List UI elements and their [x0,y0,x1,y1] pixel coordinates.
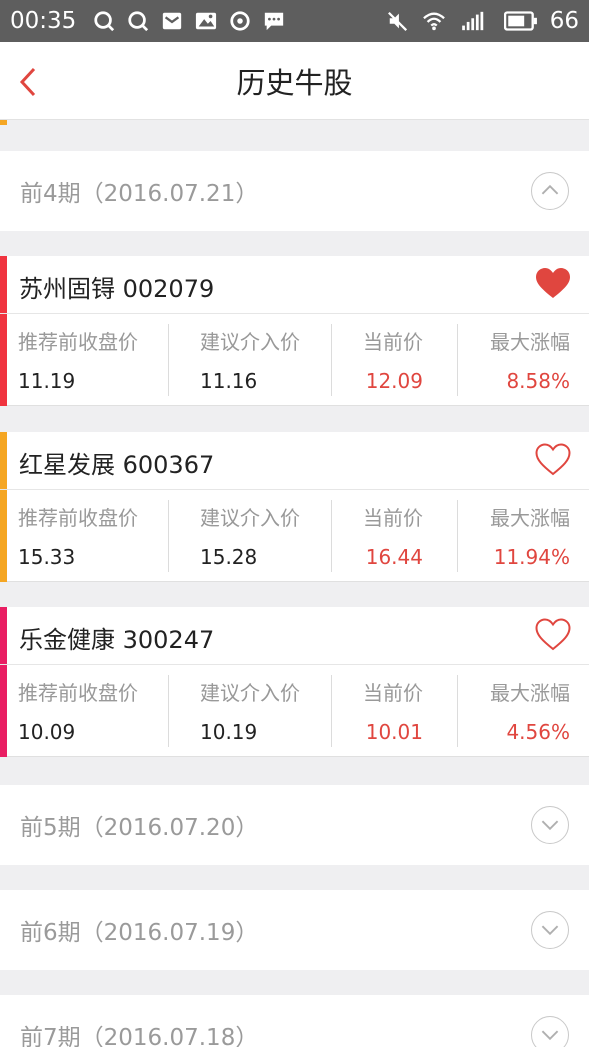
stock-header: 乐金健康 300247 [0,607,589,665]
metric-label: 最大涨幅 [490,330,570,354]
mute-icon [387,11,407,31]
metric-value: 16.44 [365,545,423,569]
metric-prev-close: 推荐前收盘价 15.33 [18,490,168,582]
metric-max-gain: 最大涨幅 11.94% [457,490,570,582]
stock-name: 乐金健康 300247 [19,626,215,654]
heart-outline-icon[interactable] [535,618,571,652]
metric-value: 11.19 [18,369,76,393]
metric-label: 推荐前收盘价 [18,506,138,530]
image-notification-icon [196,12,217,30]
metric-label: 最大涨幅 [490,506,570,530]
q-notification-icon [94,11,115,32]
metric-suggest: 建议介入价 10.19 [200,665,330,757]
stock-card[interactable]: 苏州固锝 002079 推荐前收盘价 11.19 建议介入价 11.16 当前价… [0,256,589,406]
status-bar: 00:35 66 [0,0,589,42]
metric-label: 当前价 [363,506,423,530]
stock-metrics: 推荐前收盘价 10.09 建议介入价 10.19 当前价 10.01 最大涨幅 … [0,665,589,757]
period-header[interactable]: 前4期（2016.07.21） [0,151,589,231]
message-notification-icon [265,12,284,31]
back-arrow-icon[interactable] [14,64,46,100]
page-title: 历史牛股 [236,65,353,100]
period-label: 前6期（2016.07.19） [20,920,259,946]
period-label: 前4期（2016.07.21） [20,181,259,207]
period-header[interactable]: 前6期（2016.07.19） [0,890,589,970]
battery-icon [503,11,537,31]
stock-metrics: 推荐前收盘价 11.19 建议介入价 11.16 当前价 12.09 最大涨幅 … [0,314,589,406]
metric-max-gain: 最大涨幅 8.58% [457,314,570,406]
chevron-down-icon[interactable] [531,911,569,949]
nav-bar: 历史牛股 [0,42,589,120]
stock-header: 苏州固锝 002079 [0,256,589,314]
metric-value: 8.58% [506,369,570,393]
metric-value: 11.16 [200,369,258,393]
accent-strip [0,120,7,125]
stock-card[interactable]: 乐金健康 300247 推荐前收盘价 10.09 建议介入价 10.19 当前价… [0,607,589,757]
stock-metrics: 推荐前收盘价 15.33 建议介入价 15.28 当前价 16.44 最大涨幅 … [0,490,589,582]
metric-value: 10.09 [18,720,76,744]
metric-value: 10.01 [365,720,423,744]
stock-name: 苏州固锝 002079 [19,275,215,303]
metric-current: 当前价 16.44 [332,490,457,582]
metric-label: 当前价 [363,681,423,705]
metric-prev-close: 推荐前收盘价 10.09 [18,665,168,757]
mail-notification-icon [163,12,182,30]
column-divider [168,500,169,572]
metric-value: 15.28 [200,545,258,569]
heart-filled-icon[interactable] [535,267,571,301]
metric-label: 建议介入价 [200,506,300,530]
stock-card[interactable]: 红星发展 600367 推荐前收盘价 15.33 建议介入价 15.28 当前价… [0,432,589,582]
period-header[interactable]: 前7期（2016.07.18） [0,995,589,1047]
status-time: 00:35 [10,8,77,34]
metric-label: 推荐前收盘价 [18,681,138,705]
metric-value: 10.19 [200,720,258,744]
metric-value: 12.09 [365,369,423,393]
period-label: 前5期（2016.07.20） [20,815,259,841]
period-label: 前7期（2016.07.18） [20,1025,259,1047]
metric-max-gain: 最大涨幅 4.56% [457,665,570,757]
q-notification-icon [128,11,149,32]
metric-value: 11.94% [493,545,570,569]
column-divider [168,324,169,396]
metric-value: 15.33 [18,545,76,569]
column-divider [168,675,169,747]
metric-current: 当前价 12.09 [332,314,457,406]
metric-label: 当前价 [363,330,423,354]
stock-header: 红星发展 600367 [0,432,589,490]
metric-value: 4.56% [506,720,570,744]
metric-label: 推荐前收盘价 [18,330,138,354]
metric-suggest: 建议介入价 11.16 [200,314,330,406]
heart-outline-icon[interactable] [535,443,571,477]
signal-icon [461,11,483,31]
target-notification-icon [230,11,250,31]
wifi-icon [422,12,445,31]
metric-label: 最大涨幅 [490,681,570,705]
metric-prev-close: 推荐前收盘价 11.19 [18,314,168,406]
stock-name: 红星发展 600367 [19,451,215,479]
metric-current: 当前价 10.01 [332,665,457,757]
metric-label: 建议介入价 [200,330,300,354]
battery-level: 66 [549,8,579,34]
metric-suggest: 建议介入价 15.28 [200,490,330,582]
chevron-down-icon[interactable] [531,806,569,844]
chevron-down-icon[interactable] [531,1016,569,1047]
metric-label: 建议介入价 [200,681,300,705]
period-header[interactable]: 前5期（2016.07.20） [0,785,589,865]
chevron-up-icon[interactable] [531,172,569,210]
